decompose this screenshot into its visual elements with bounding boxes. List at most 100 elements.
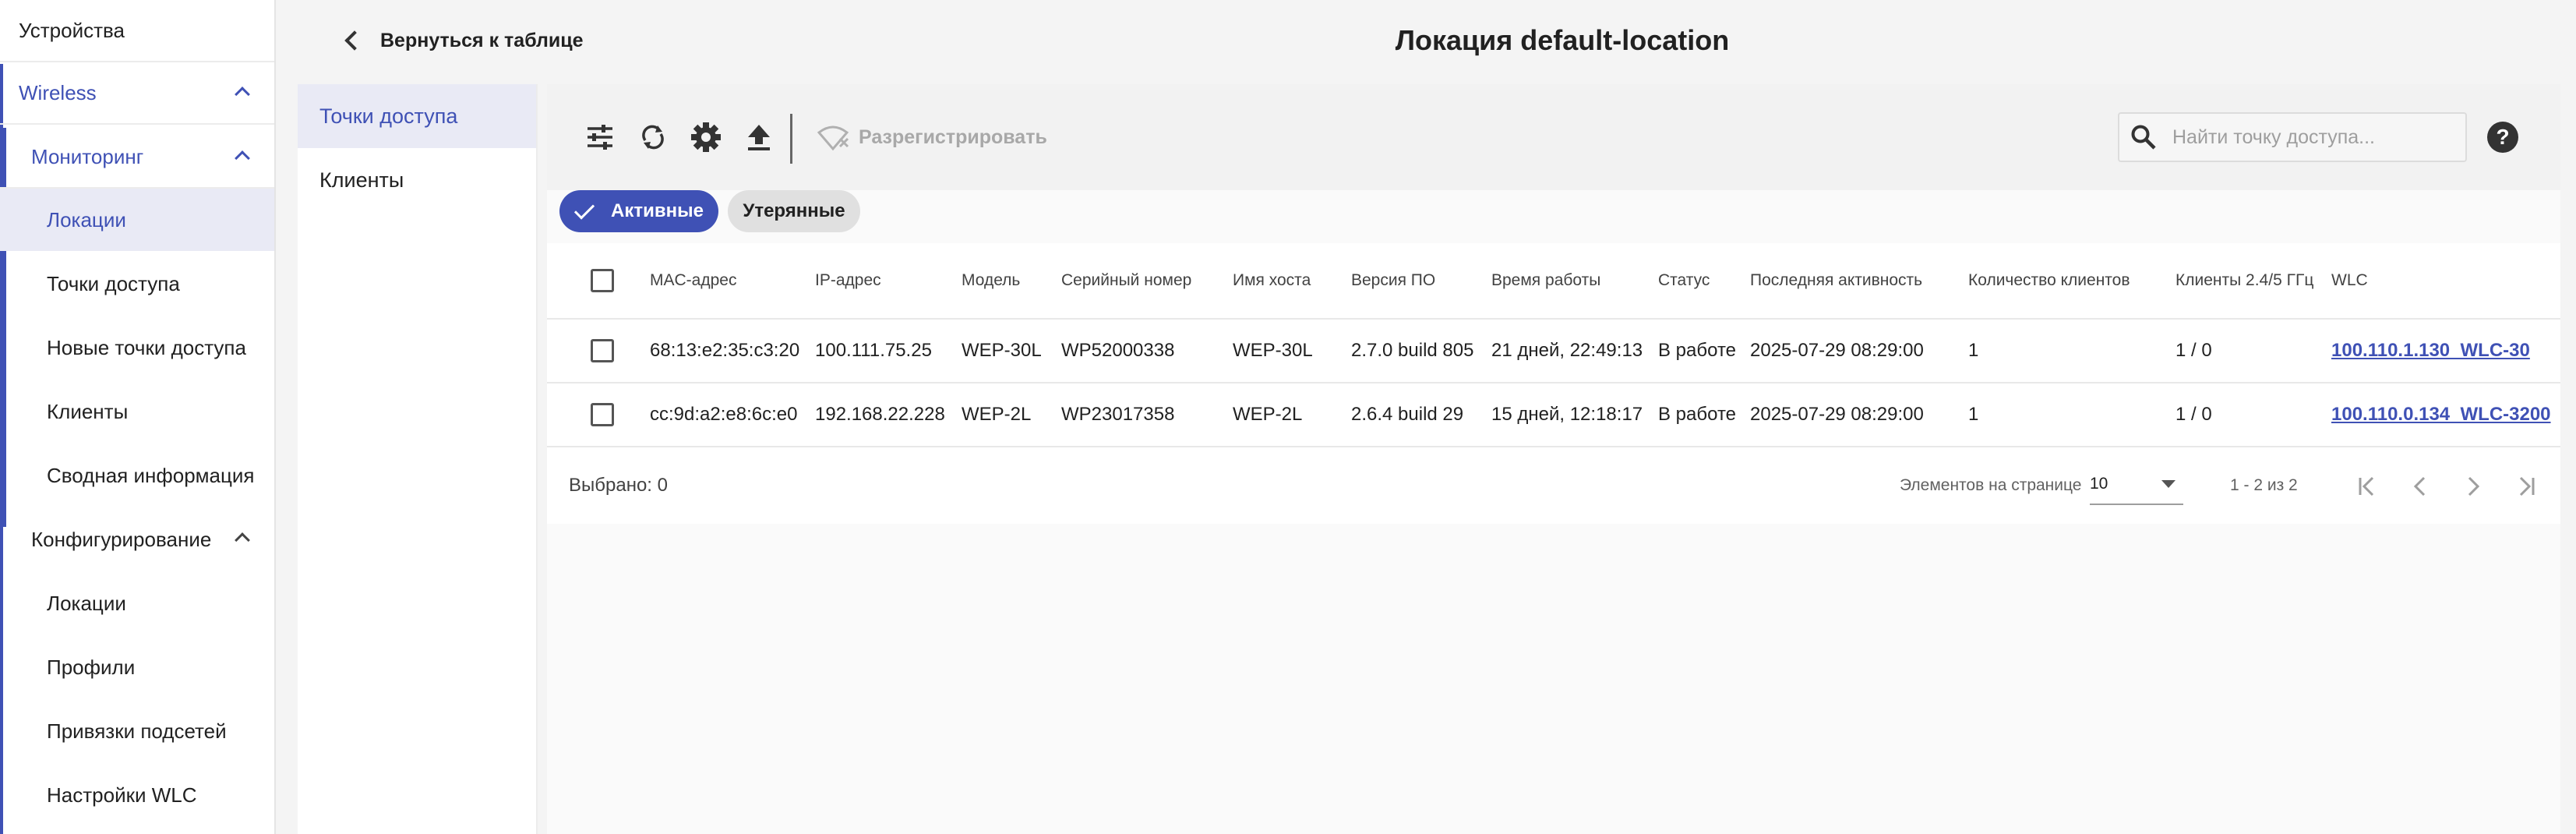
column-header-uptime[interactable]: Время работы xyxy=(1491,243,1600,318)
prev-page-icon[interactable] xyxy=(2403,469,2437,504)
sidebar-item-label: Новые точки доступа xyxy=(47,335,246,359)
table-row[interactable]: cc:9d:a2:e8:6c:e0 192.168.22.228 WEP-2L … xyxy=(547,383,2560,447)
column-header-mac[interactable]: MAC-адрес xyxy=(650,243,736,318)
row-select-cell xyxy=(591,320,614,382)
sidebar-item-subnet-bindings[interactable]: Привязки подсетей xyxy=(0,700,274,762)
column-header-status[interactable]: Статус xyxy=(1658,243,1710,318)
cell-clients-bands: 1 / 0 xyxy=(2175,404,2212,425)
cell-client-count: 1 xyxy=(1968,404,1979,425)
check-icon xyxy=(573,198,595,220)
wlc-link[interactable]: 100.110.1.130_WLC-30 xyxy=(2331,340,2530,362)
per-page-select[interactable]: 10 xyxy=(2090,465,2183,505)
cell-serial: WP23017358 xyxy=(1061,404,1175,425)
cell-status: В работе xyxy=(1658,404,1737,425)
per-page-value: 10 xyxy=(2090,475,2108,493)
column-header-serial[interactable]: Серийный номер xyxy=(1061,243,1191,318)
sidebar-item-wireless[interactable]: Wireless xyxy=(0,62,274,125)
filter-lost-chip[interactable]: Утерянные xyxy=(728,190,860,232)
first-page-icon[interactable] xyxy=(2350,469,2384,504)
column-header-hostname[interactable]: Имя хоста xyxy=(1233,243,1311,318)
sidebar-item-wlc-settings[interactable]: Настройки WLC xyxy=(0,764,274,826)
cell-client-count: 1 xyxy=(1968,340,1979,361)
search-input[interactable] xyxy=(2171,125,2451,150)
sidebar-item-devices[interactable]: Устройства xyxy=(0,0,274,62)
toolbar-divider xyxy=(790,114,792,164)
column-header-client-count[interactable]: Количество клиентов xyxy=(1968,243,2130,318)
cell-ip: 100.111.75.25 xyxy=(815,340,932,361)
sidebar-item-label: Устройства xyxy=(19,18,125,42)
column-header-wlc[interactable]: WLC xyxy=(2331,243,2368,318)
cell-last-activity: 2025-07-29 08:29:00 xyxy=(1750,404,1924,425)
table-row[interactable]: 68:13:e2:35:c3:20 100.111.75.25 WEP-30L … xyxy=(547,320,2560,383)
chevron-up-icon xyxy=(235,532,250,548)
sidebar-item-label: Wireless xyxy=(19,80,97,104)
dropdown-arrow-icon xyxy=(2161,480,2175,488)
cell-uptime: 15 дней, 12:18:17 xyxy=(1491,404,1643,425)
help-icon[interactable]: ? xyxy=(2487,122,2518,153)
tab-access-points[interactable]: Точки доступа xyxy=(298,84,536,148)
sidebar-item-new-access-points[interactable]: Новые точки доступа xyxy=(0,316,274,379)
filter-active-label: Активные xyxy=(611,200,704,221)
column-settings-icon[interactable] xyxy=(578,115,622,159)
chevron-up-icon xyxy=(235,150,250,166)
chevron-left-icon xyxy=(344,30,365,51)
upload-icon[interactable] xyxy=(737,115,781,159)
column-header-last-activity[interactable]: Последняя активность xyxy=(1750,243,1922,318)
select-all-checkbox[interactable] xyxy=(591,269,614,292)
sidebar-item-label: Точки доступа xyxy=(47,271,180,295)
cell-serial: WP52000338 xyxy=(1061,340,1175,361)
cell-mac: 68:13:e2:35:c3:20 xyxy=(650,340,800,361)
sidebar-item-profiles[interactable]: Профили xyxy=(0,636,274,698)
cell-firmware: 2.7.0 build 805 xyxy=(1351,340,1474,361)
sidebar-item-label: Настройки WLC xyxy=(47,783,197,807)
table-footer: Выбрано: 0 Элементов на странице 10 1 - … xyxy=(547,447,2560,524)
column-header-firmware[interactable]: Версия ПО xyxy=(1351,243,1435,318)
chevron-up-icon xyxy=(235,87,250,102)
back-to-table-button[interactable]: Вернуться к таблице xyxy=(343,22,584,59)
last-page-icon[interactable] xyxy=(2509,469,2543,504)
cell-firmware: 2.6.4 build 29 xyxy=(1351,404,1464,425)
sidebar-item-label: Клиенты xyxy=(47,399,129,423)
sidebar-item-summary[interactable]: Сводная информация xyxy=(0,444,274,507)
row-checkbox[interactable] xyxy=(591,403,614,426)
search-box[interactable] xyxy=(2118,112,2467,162)
sidebar-item-clients[interactable]: Клиенты xyxy=(0,380,274,443)
column-header-model[interactable]: Модель xyxy=(962,243,1020,318)
refresh-icon[interactable] xyxy=(631,115,675,159)
sidebar-item-label: Профили xyxy=(47,655,136,679)
sidebar-item-label: Сводная информация xyxy=(47,463,255,487)
cell-status: В работе xyxy=(1658,340,1737,361)
row-checkbox[interactable] xyxy=(591,339,614,362)
tab-clients[interactable]: Клиенты xyxy=(298,148,536,212)
gear-icon[interactable] xyxy=(684,115,728,159)
cell-last-activity: 2025-07-29 08:29:00 xyxy=(1750,340,1924,361)
row-select-cell xyxy=(591,383,614,446)
selected-count: Выбрано: 0 xyxy=(569,475,668,496)
sidebar-item-access-points[interactable]: Точки доступа xyxy=(0,253,274,315)
sidebar-item-monitoring[interactable]: Мониторинг xyxy=(0,126,274,189)
filter-active-chip[interactable]: Активные xyxy=(559,190,718,232)
sidebar-item-label: Локации xyxy=(47,591,126,615)
column-header-clients-bands[interactable]: Клиенты 2.4/5 ГГц xyxy=(2175,243,2313,318)
unregister-button[interactable]: Разрегистрировать xyxy=(817,118,1047,156)
next-page-icon[interactable] xyxy=(2456,469,2490,504)
sidebar-item-label: Локации xyxy=(47,207,126,231)
app-root: Устройства Wireless Мониторинг Локации Т… xyxy=(0,0,2576,834)
cell-ip: 192.168.22.228 xyxy=(815,404,945,425)
cell-hostname: WEP-2L xyxy=(1233,404,1303,425)
select-all-cell xyxy=(591,243,614,318)
cell-uptime: 21 дней, 22:49:13 xyxy=(1491,340,1643,361)
column-header-ip[interactable]: IP-адрес xyxy=(815,243,881,318)
cell-wlc: 100.110.0.134_WLC-3200 xyxy=(2331,383,2551,446)
sidebar-item-configuration[interactable]: Конфигурирование xyxy=(0,508,274,571)
sidebar-item-label: Привязки подсетей xyxy=(47,719,227,743)
sidebar-item-config-locations[interactable]: Локации xyxy=(0,572,274,634)
wlc-link[interactable]: 100.110.0.134_WLC-3200 xyxy=(2331,404,2551,426)
unregister-label: Разрегистрировать xyxy=(859,125,1047,148)
main-panel: Разрегистрировать ? Активные Утерянные M… xyxy=(547,84,2560,834)
sidebar-item-monitoring-locations[interactable]: Локации xyxy=(0,189,274,251)
cell-hostname: WEP-30L xyxy=(1233,340,1313,361)
pagination-range: 1 - 2 из 2 xyxy=(2230,476,2298,494)
cell-model: WEP-2L xyxy=(962,404,1032,425)
back-button-label: Вернуться к таблице xyxy=(380,29,584,51)
